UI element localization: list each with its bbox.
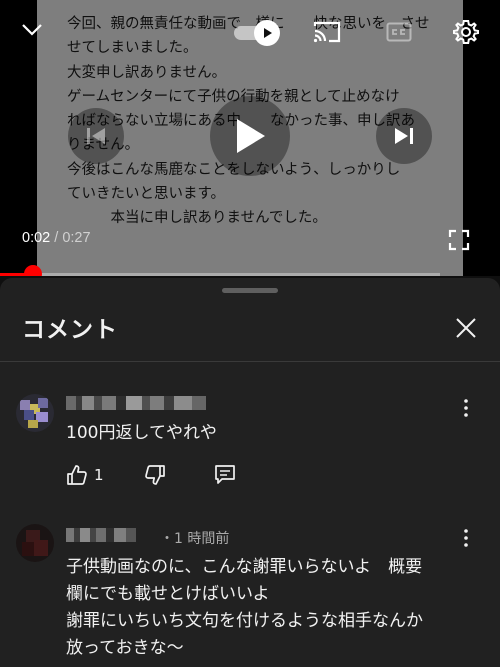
scrubber-handle[interactable]: [23, 265, 42, 276]
comment-more-button[interactable]: [456, 526, 476, 550]
like-count: 1: [94, 466, 104, 484]
skip-next-icon: [395, 128, 413, 144]
cast-icon: [313, 21, 341, 43]
more-vert-icon: [464, 529, 468, 547]
comment-item: 100円返してやれや 1: [0, 386, 500, 496]
previous-video-button[interactable]: [68, 108, 124, 164]
comment-more-button[interactable]: [456, 396, 476, 420]
reply-button[interactable]: [214, 462, 236, 488]
reply-icon: [215, 465, 235, 484]
close-comments-button[interactable]: [448, 310, 484, 346]
comments-title: コメント: [22, 317, 118, 343]
avatar[interactable]: [16, 394, 54, 432]
author-name-redacted[interactable]: [66, 528, 136, 544]
comment-text: 100円返してやれや: [66, 423, 217, 443]
current-time: 0:02: [22, 230, 51, 246]
close-icon: [456, 318, 476, 338]
fullscreen-button[interactable]: [444, 226, 474, 254]
thumb-up-icon: [67, 465, 87, 485]
captions-icon: [386, 22, 412, 42]
chevron-down-icon: [22, 24, 42, 36]
like-button[interactable]: 1: [66, 462, 104, 488]
thumb-down-icon: [145, 465, 165, 485]
play-icon: [237, 119, 265, 153]
gear-icon: [453, 20, 479, 44]
comment-text-line: 欄にでも載せとけばいいよ: [66, 584, 270, 604]
dislike-button[interactable]: [144, 462, 166, 488]
comment-text-line: 謝罪にいちいち文句を付けるような相手なんか: [66, 611, 423, 631]
captions-button[interactable]: [384, 20, 414, 44]
next-video-button[interactable]: [376, 108, 432, 164]
avatar[interactable]: [16, 524, 54, 562]
skip-previous-icon: [87, 128, 105, 144]
comments-sheet: コメント 100円返してやれや 1 ・1 時間前 子供動画なのに、こんな謝罪いら…: [0, 278, 500, 667]
cast-button[interactable]: [308, 14, 346, 50]
video-player[interactable]: 今回、親の無責任な動画で 様に 快な思いを させ せてしまいました。 大変申し訳…: [0, 0, 500, 276]
settings-button[interactable]: [446, 12, 486, 52]
play-button[interactable]: [210, 96, 290, 176]
more-vert-icon: [464, 399, 468, 417]
time-display: 0:02 / 0:27: [22, 230, 91, 246]
comment-text-line: 子供動画なのに、こんな謝罪いらないよ 概要: [66, 557, 423, 577]
divider: [0, 361, 500, 362]
progress-bar[interactable]: [0, 265, 440, 276]
collapse-player-button[interactable]: [14, 12, 50, 48]
duration: 0:27: [62, 230, 91, 246]
autoplay-toggle[interactable]: [234, 20, 288, 46]
drag-handle[interactable]: [222, 288, 278, 293]
fullscreen-icon: [448, 229, 470, 251]
time-separator: /: [50, 230, 63, 246]
comment-timestamp: ・1 時間前: [160, 531, 230, 547]
comment-text-line: 放っておきな〜: [66, 638, 184, 658]
comment-item: ・1 時間前 子供動画なのに、こんな謝罪いらないよ 概要 欄にでも載せとけばいい…: [0, 514, 500, 667]
autoplay-toggle-icon: [254, 20, 280, 46]
author-name-redacted[interactable]: [66, 396, 206, 412]
